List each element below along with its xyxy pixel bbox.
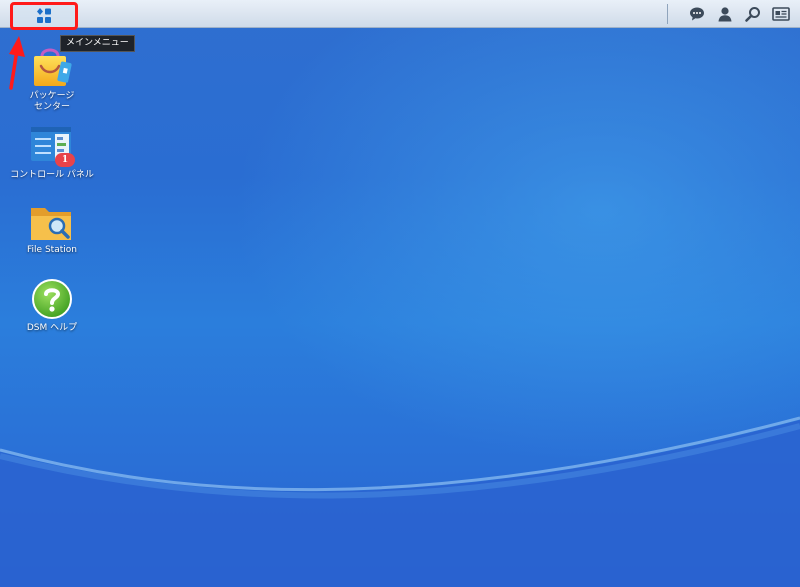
desktop-item-file-station[interactable]: File Station xyxy=(7,202,97,256)
user-button[interactable] xyxy=(714,3,736,25)
desktop-item-label: パッケージ センター xyxy=(29,91,75,112)
notification-badge: 1 xyxy=(55,153,75,167)
taskbar-tray xyxy=(667,0,792,28)
desktop-item-control-panel[interactable]: 1 コントロール パネル xyxy=(7,125,97,181)
file-station-icon xyxy=(31,208,71,240)
taskbar-separator xyxy=(667,4,668,24)
desktop-item-label: File Station xyxy=(27,245,77,255)
widgets-icon xyxy=(772,7,790,21)
dsm-help-icon xyxy=(32,279,72,319)
desktop-item-label: コントロール パネル xyxy=(10,170,94,180)
notification-button[interactable] xyxy=(686,3,708,25)
main-menu-icon xyxy=(37,8,51,23)
desktop-item-label: DSM ヘルプ xyxy=(26,323,78,333)
desktop: メインメニュー パッケージ センター 1 コントロール パネル File Sta… xyxy=(0,0,800,587)
desktop-item-package-center[interactable]: パッケージ センター xyxy=(7,44,97,113)
search-icon xyxy=(745,7,760,22)
taskbar xyxy=(0,0,800,30)
desktop-item-dsm-help[interactable]: DSM ヘルプ xyxy=(7,278,97,334)
user-icon xyxy=(718,7,732,22)
chat-icon xyxy=(690,7,704,21)
main-menu-button[interactable] xyxy=(10,2,78,30)
widgets-button[interactable] xyxy=(770,3,792,25)
search-button[interactable] xyxy=(742,3,764,25)
wallpaper-wave xyxy=(0,416,800,587)
control-panel-icon-wrap: 1 xyxy=(29,125,75,167)
package-center-icon xyxy=(34,48,72,86)
